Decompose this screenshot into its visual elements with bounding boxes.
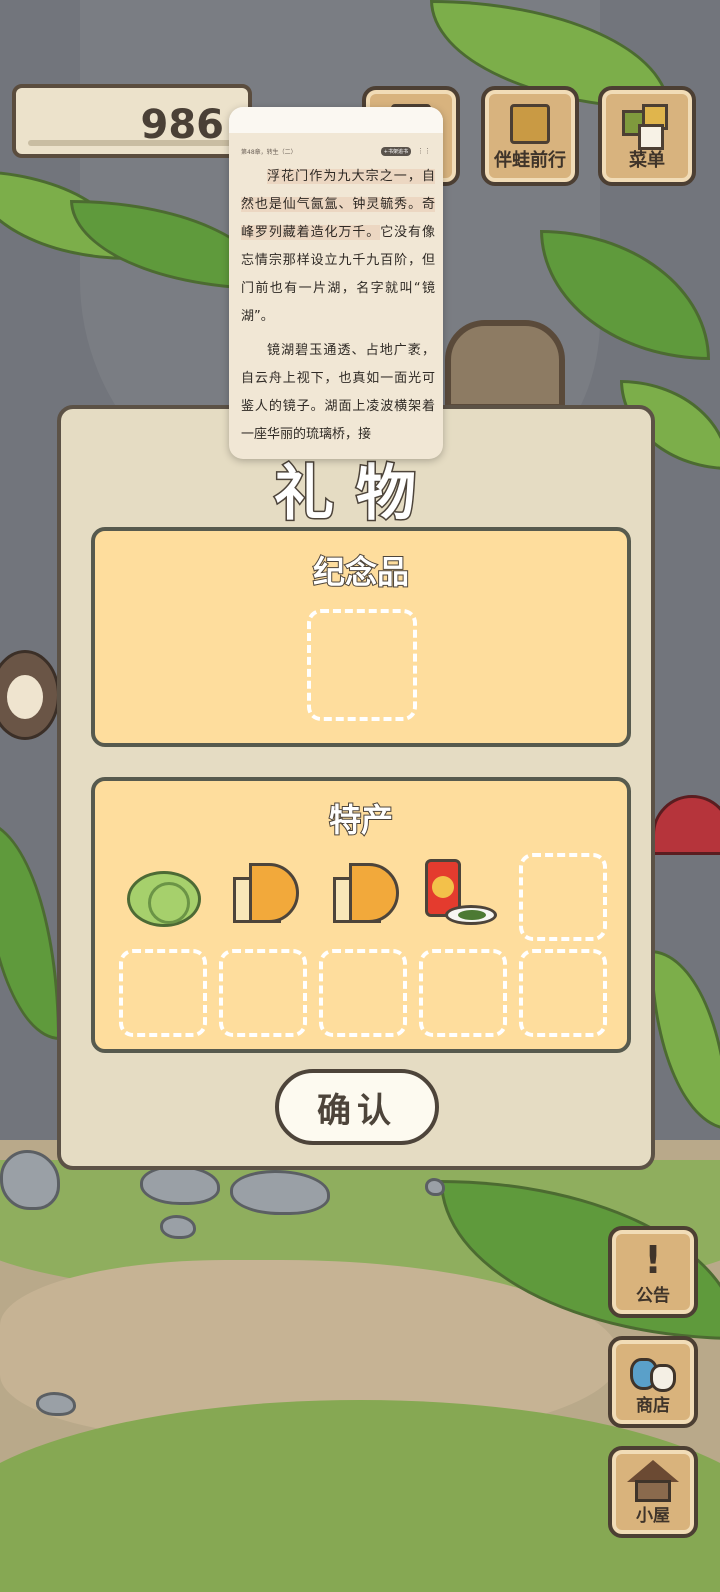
background-rock [36,1392,76,1416]
specialty-slot[interactable] [419,949,507,1037]
background-rock [160,1215,196,1239]
specialty-panel: 特产 [91,777,631,1053]
background-rock [425,1178,445,1196]
floating-reader-window[interactable]: 第48章，转生（二） +书架追书 ⋮⋮ 浮花门作为九大宗之一，自然也是仙气氤氲、… [229,107,443,459]
background-gate [445,320,565,410]
specialty-slot[interactable] [519,949,607,1037]
souvenir-slot[interactable] [307,609,417,721]
background-rock [140,1165,220,1205]
notice-button[interactable]: ! 公告 [608,1226,698,1318]
shop-button[interactable]: 商店 [608,1336,698,1428]
reader-drag-handle[interactable] [229,107,443,133]
add-to-shelf-chip[interactable]: +书架追书 [380,146,411,156]
journey-label: 伴蛙前行 [494,150,566,171]
reader-paragraph: 浮花门作为九大宗之一，自然也是仙气氤氲、钟灵毓秀。奇峰罗列藏着造化万千。它没有像… [241,163,435,331]
shop-bag-icon [630,1354,676,1392]
specialty-slot[interactable] [519,853,607,941]
exclamation-icon: ! [644,1238,662,1282]
more-icon[interactable]: ⋮⋮ [417,147,431,155]
specialty-title: 特产 [328,800,394,840]
clover-bar [28,140,238,146]
confirm-button[interactable]: 确认 [275,1069,439,1145]
house-label: 小屋 [636,1506,670,1526]
menu-icon [622,104,672,150]
cheese-icon[interactable] [233,863,299,925]
souvenir-panel: 纪念品 [91,527,631,747]
tea-can-icon[interactable] [425,859,501,931]
journey-button[interactable]: 伴蛙前行 [481,86,579,186]
cheese-icon[interactable] [333,863,399,925]
specialty-slot[interactable] [219,949,307,1037]
clover-counter: 986 [12,84,252,158]
specialty-slot[interactable] [119,949,207,1037]
reader-body: 浮花门作为九大宗之一，自然也是仙气氤氲、钟灵毓秀。奇峰罗列藏着造化万千。它没有像… [229,159,443,449]
menu-button[interactable]: 菜单 [598,86,696,186]
notice-label: 公告 [636,1286,670,1306]
reader-paragraph: 镜湖碧玉通透、占地广袤，自云舟上视下，也真如一面光可鉴人的镜子。湖面上凌波横架着… [241,343,435,442]
house-button[interactable]: 小屋 [608,1446,698,1538]
gift-dialog: 礼物 纪念品 特产 确认 [57,405,655,1170]
chapter-title: 第48章，转生（二） [241,148,297,156]
journey-book-icon [510,104,550,144]
cabbage-icon[interactable] [127,871,201,927]
souvenir-title: 纪念品 [312,552,410,592]
shop-label: 商店 [636,1396,670,1416]
reader-header: 第48章，转生（二） +书架追书 ⋮⋮ [229,133,443,159]
house-icon [627,1460,679,1504]
specialty-slot[interactable] [319,949,407,1037]
